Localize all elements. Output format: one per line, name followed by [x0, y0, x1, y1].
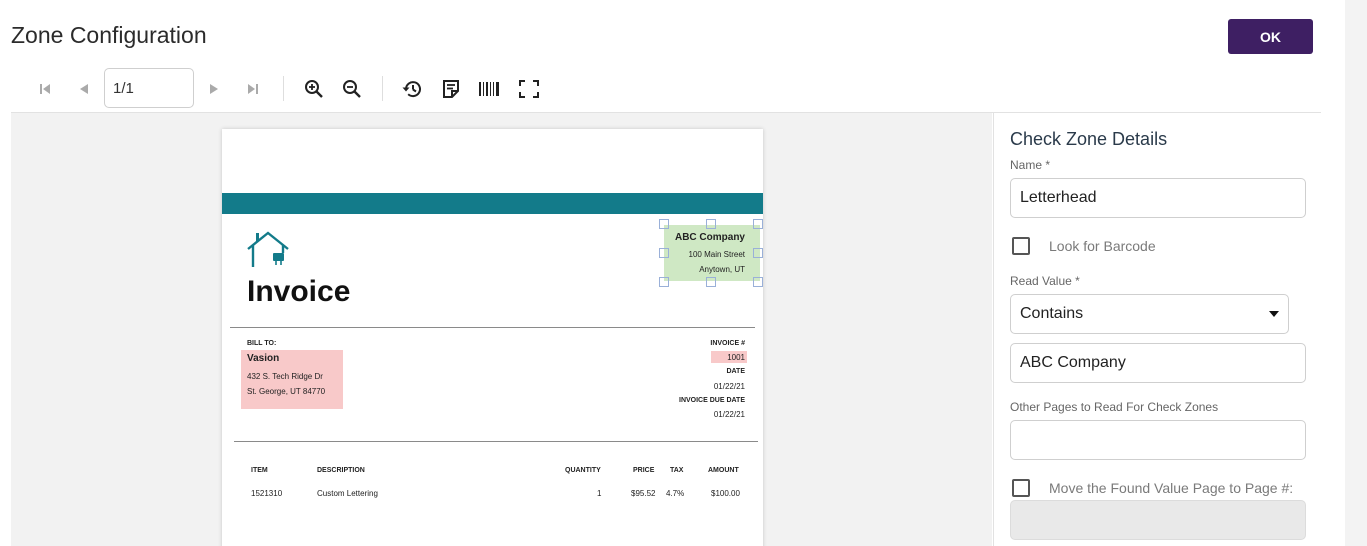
- company-name: ABC Company: [674, 232, 745, 243]
- table-cell-amount: $100.00: [711, 489, 740, 498]
- ok-button[interactable]: OK: [1228, 19, 1313, 54]
- zone-resize-handle[interactable]: [753, 277, 763, 287]
- table-header-item: ITEM: [251, 467, 268, 474]
- caret-down-icon: [1269, 311, 1279, 317]
- last-page-button[interactable]: [238, 74, 268, 104]
- last-page-icon: [248, 84, 258, 94]
- read-value-select[interactable]: Contains: [1010, 294, 1289, 334]
- zone-resize-handle[interactable]: [753, 248, 763, 258]
- table-cell-description: Custom Lettering: [317, 489, 378, 498]
- first-page-icon: [40, 84, 50, 94]
- read-value-label: Read Value *: [1010, 274, 1080, 288]
- barcode-button[interactable]: [474, 74, 504, 104]
- move-found-value-label: Move the Found Value Page to Page #:: [1049, 480, 1294, 496]
- toolbar-divider: [382, 76, 383, 101]
- document-viewer[interactable]: Invoice ABC Company 100 Main Street Anyt…: [11, 113, 992, 546]
- history-button[interactable]: [397, 74, 427, 104]
- date-value: 01/22/21: [713, 382, 745, 391]
- table-cell-item: 1521310: [251, 489, 283, 498]
- document-page: Invoice ABC Company 100 Main Street Anyt…: [222, 129, 763, 546]
- table-cell-tax: 4.7%: [666, 489, 685, 498]
- name-input[interactable]: [1010, 178, 1306, 218]
- bill-to-address1: 432 S. Tech Ridge Dr: [247, 372, 323, 381]
- zone-resize-handle[interactable]: [659, 219, 669, 229]
- toolbar-divider: [283, 76, 284, 101]
- next-page-icon: [210, 84, 218, 94]
- zoom-in-button[interactable]: [299, 74, 329, 104]
- read-value-input[interactable]: [1010, 343, 1306, 383]
- invoice-number-value: 1001: [727, 353, 745, 362]
- viewer-toolbar: [11, 66, 1321, 113]
- zoom-out-icon: [343, 80, 361, 98]
- bill-to-name: Vasion: [247, 353, 280, 364]
- move-found-value-checkbox[interactable]: [1012, 479, 1030, 497]
- first-page-button[interactable]: [30, 74, 60, 104]
- header-band: [222, 193, 763, 214]
- divider-line: [234, 441, 758, 442]
- invoice-number-label: INVOICE #: [710, 340, 745, 347]
- bill-to-address2: St. George, UT 84770: [247, 387, 326, 396]
- due-date-value: 01/22/21: [713, 410, 745, 419]
- table-cell-price: $95.52: [631, 489, 656, 498]
- table-header-amount: AMOUNT: [708, 467, 739, 474]
- page-number-input[interactable]: [104, 68, 194, 108]
- look-for-barcode-checkbox[interactable]: [1012, 237, 1030, 255]
- zone-resize-handle[interactable]: [753, 219, 763, 229]
- prev-page-button[interactable]: [69, 74, 99, 104]
- barcode-icon: [479, 82, 499, 96]
- next-page-button[interactable]: [199, 74, 229, 104]
- check-zone-details-panel: Check Zone Details Name * Look for Barco…: [993, 113, 1322, 546]
- panel-title: Check Zone Details: [1010, 129, 1168, 149]
- fullscreen-icon: [519, 80, 539, 98]
- look-for-barcode-label: Look for Barcode: [1049, 238, 1156, 254]
- page-title: Zone Configuration: [11, 22, 207, 48]
- zone-resize-handle[interactable]: [706, 277, 716, 287]
- name-label: Name *: [1010, 158, 1051, 172]
- house-logo-icon: [247, 231, 289, 267]
- note-icon: [443, 80, 459, 98]
- zoom-out-button[interactable]: [337, 74, 367, 104]
- table-header-price: PRICE: [633, 467, 655, 474]
- table-header-tax: TAX: [670, 467, 684, 474]
- zone-resize-handle[interactable]: [659, 277, 669, 287]
- due-date-label: INVOICE DUE DATE: [679, 397, 745, 404]
- company-street: 100 Main Street: [688, 250, 745, 259]
- read-value-selected: Contains: [1020, 305, 1084, 322]
- prev-page-icon: [80, 84, 88, 94]
- zone-resize-handle[interactable]: [659, 248, 669, 258]
- other-pages-input[interactable]: [1010, 420, 1306, 460]
- fullscreen-button[interactable]: [514, 74, 544, 104]
- invoice-title: Invoice: [247, 275, 351, 308]
- history-icon: [402, 81, 421, 98]
- note-button[interactable]: [436, 74, 466, 104]
- move-page-number-input: [1010, 500, 1306, 540]
- table-header-quantity: QUANTITY: [565, 467, 601, 474]
- company-city: Anytown, UT: [699, 265, 745, 274]
- divider-line: [230, 327, 755, 328]
- zoom-in-icon: [305, 80, 323, 98]
- table-header-description: DESCRIPTION: [317, 467, 365, 474]
- zone-resize-handle[interactable]: [706, 219, 716, 229]
- page-scrollbar[interactable]: [1345, 0, 1367, 546]
- date-label: DATE: [726, 368, 745, 375]
- other-pages-label: Other Pages to Read For Check Zones: [1010, 400, 1219, 414]
- bill-to-label: BILL TO:: [247, 340, 277, 347]
- table-cell-quantity: 1: [597, 489, 602, 498]
